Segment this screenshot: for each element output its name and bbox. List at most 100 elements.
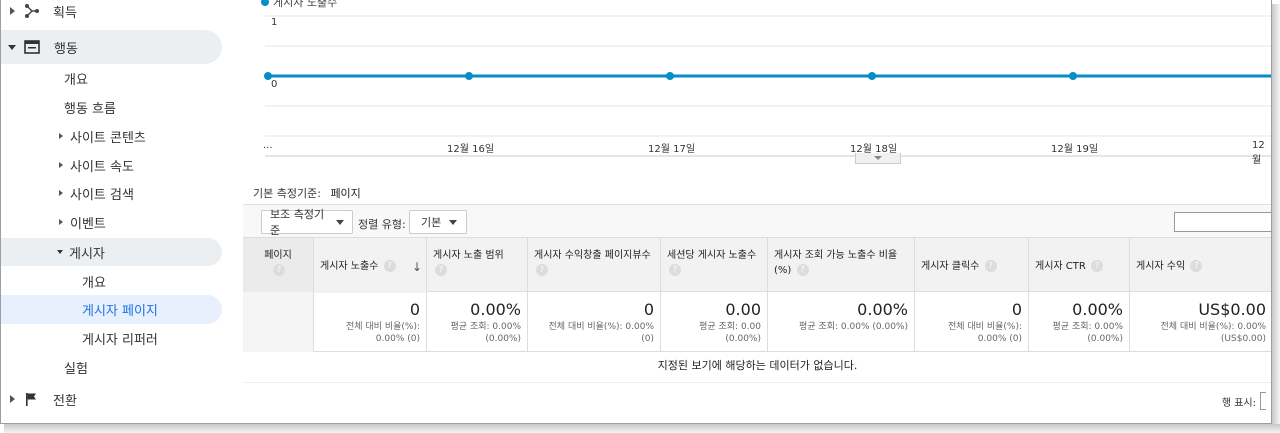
table-search-input[interactable] bbox=[1174, 212, 1272, 232]
sidebar-item-publisher-pages[interactable]: 게시자 페이지 bbox=[1, 295, 222, 324]
x-tick-label: 12월 bbox=[1252, 140, 1265, 166]
sidebar-item-publisher-overview[interactable]: 개요 bbox=[1, 264, 106, 298]
sidebar-item-conversions[interactable]: 전환 bbox=[1, 382, 77, 416]
total-value: 0.00 bbox=[725, 300, 761, 319]
sidebar-item-label: 사이트 콘텐츠 bbox=[70, 130, 146, 146]
primary-dimension-page[interactable]: 페이지 bbox=[330, 187, 360, 200]
total-value: 0 bbox=[409, 300, 420, 319]
help-icon[interactable]: ? bbox=[984, 260, 997, 272]
totals-clicks-cell: 0 전체 대비 비율(%): 0.00% (0) bbox=[915, 292, 1029, 352]
totals-row: 0 전체 대비 비율(%): 0.00% (0) 0.00% 평균 조회: 0.… bbox=[243, 292, 1272, 352]
table-footer: 행 표시: bbox=[1222, 392, 1266, 410]
header-label: 게시자 수익 bbox=[1136, 261, 1186, 272]
data-point[interactable] bbox=[868, 72, 876, 80]
header-label: 게시자 클릭수 bbox=[921, 261, 980, 272]
data-point[interactable] bbox=[1069, 72, 1077, 80]
help-icon[interactable]: ? bbox=[796, 264, 809, 276]
sidebar-item-label: 실험 bbox=[64, 361, 88, 377]
chart-plot-area bbox=[261, 0, 1272, 157]
sidebar-item-behavior[interactable]: 행동 bbox=[1, 30, 222, 64]
behavior-icon bbox=[24, 40, 40, 54]
sidebar-item-label: 사이트 검색 bbox=[70, 187, 134, 203]
sidebar-item-label: 게시자 리퍼러 bbox=[82, 332, 158, 348]
total-value: 0 bbox=[1011, 300, 1022, 319]
total-value: 0.00% bbox=[470, 300, 521, 319]
legend-label: 게시자 노출수 bbox=[273, 0, 338, 9]
x-tick-label: ... bbox=[263, 140, 273, 151]
expand-arrow-icon[interactable] bbox=[10, 395, 15, 403]
dropdown-label: 기본 bbox=[421, 216, 442, 229]
help-icon[interactable]: ? bbox=[1091, 260, 1104, 272]
total-subtext: 전체 대비 비율(%): 0.00% (0) bbox=[345, 322, 420, 344]
header-label: 게시자 수익창출 페이지뷰수 bbox=[534, 250, 651, 261]
total-value: 0.00% bbox=[857, 300, 908, 319]
column-header-ctr[interactable]: 게시자 CTR ? bbox=[1029, 238, 1130, 293]
help-icon[interactable]: ? bbox=[383, 260, 396, 272]
line-chart: 게시자 노출수 1 0 ... 12월 16일 12월 17일 12월 18일 … bbox=[243, 0, 1272, 166]
help-icon[interactable]: ? bbox=[669, 264, 681, 276]
empty-table-message: 지정된 보기에 해당하는 데이터가 없습니다. bbox=[243, 353, 1272, 383]
help-icon[interactable]: ? bbox=[435, 264, 447, 276]
help-icon[interactable]: ? bbox=[1190, 260, 1203, 272]
x-tick-label: 12월 16일 bbox=[447, 144, 495, 155]
sidebar-item-events[interactable]: 이벤트 bbox=[1, 205, 106, 239]
total-subtext: 전체 대비 비율(%): 0.00% (0) bbox=[548, 322, 654, 344]
column-header-coverage[interactable]: 게시자 노출 범위 ? bbox=[427, 238, 528, 293]
expand-arrow-icon[interactable] bbox=[10, 7, 15, 15]
collapse-arrow-icon[interactable] bbox=[8, 44, 16, 50]
sidebar-item-publisher[interactable]: 게시자 bbox=[1, 238, 222, 266]
header-label: 페이지 bbox=[264, 250, 292, 261]
acquisition-icon bbox=[25, 4, 39, 18]
totals-monetized-pageviews-cell: 0 전체 대비 비율(%): 0.00% (0) bbox=[528, 292, 661, 352]
sort-type-dropdown[interactable]: 기본 bbox=[409, 210, 467, 234]
sidebar-item-label: 게시자 페이지 bbox=[82, 304, 158, 319]
sidebar-item-experiments[interactable]: 실험 bbox=[1, 350, 88, 384]
column-header-monetized-pageviews[interactable]: 게시자 수익창출 페이지뷰수 ? bbox=[528, 238, 661, 293]
sort-type-label: 정렬 유형: bbox=[358, 218, 406, 231]
expand-arrow-icon[interactable] bbox=[59, 133, 63, 139]
y-tick-label: 0 bbox=[271, 79, 278, 90]
total-subtext: 전체 대비 비율(%): 0.00% (0) bbox=[947, 322, 1022, 344]
data-point[interactable] bbox=[465, 72, 473, 80]
secondary-dimension-dropdown[interactable]: 보조 측정기준 bbox=[261, 208, 353, 237]
totals-impressions-per-session-cell: 0.00 평균 조회: 0.00 (0.00%) bbox=[661, 292, 768, 352]
totals-coverage-cell: 0.00% 평균 조회: 0.00% (0.00%) bbox=[427, 292, 528, 352]
chevron-down-icon bbox=[336, 219, 344, 225]
sidebar-item-label: 개요 bbox=[64, 72, 88, 88]
total-subtext: 평균 조회: 0.00% (0.00%) bbox=[450, 322, 521, 344]
sidebar-item-acquisition[interactable]: 획득 bbox=[1, 0, 243, 28]
help-icon[interactable]: ? bbox=[536, 264, 548, 276]
column-header-viewable-rate[interactable]: 게시자 조회 가능 노출수 비율(%) ? bbox=[768, 238, 915, 293]
rows-per-page-select[interactable] bbox=[1260, 392, 1266, 410]
column-header-clicks[interactable]: 게시자 클릭수 ? bbox=[915, 238, 1029, 293]
total-subtext: 평균 조회: 0.00% (0.00%) bbox=[799, 322, 908, 332]
totals-viewable-rate-cell: 0.00% 평균 조회: 0.00% (0.00%) bbox=[768, 292, 915, 352]
header-label: 게시자 노출수 bbox=[320, 261, 379, 272]
totals-ctr-cell: 0.00% 평균 조회: 0.00% (0.00%) bbox=[1029, 292, 1130, 352]
help-icon[interactable]: ? bbox=[273, 264, 285, 276]
total-value: US$0.00 bbox=[1198, 300, 1266, 319]
column-header-impressions[interactable]: 게시자 노출수 ? ↓ bbox=[314, 238, 427, 293]
chevron-down-icon bbox=[449, 219, 458, 225]
expand-arrow-icon[interactable] bbox=[59, 190, 63, 196]
totals-page-cell bbox=[243, 292, 314, 352]
total-value: 0 bbox=[643, 300, 654, 319]
collapse-arrow-icon[interactable] bbox=[57, 250, 63, 254]
sidebar-item-label: 행동 bbox=[54, 41, 78, 57]
expand-arrow-icon[interactable] bbox=[59, 219, 63, 225]
expand-arrow-icon[interactable] bbox=[59, 162, 63, 168]
sidebar-item-label: 획득 bbox=[53, 5, 77, 21]
column-header-impressions-per-session[interactable]: 세션당 게시자 노출수 ? bbox=[661, 238, 768, 293]
analytics-window: 획득 행동 개요 행동 흐름 사이트 콘텐츠 사이트 속도 사이트 검색 이벤트… bbox=[0, 0, 1280, 433]
header-label: 게시자 조회 가능 노출수 비율(%) bbox=[774, 250, 898, 276]
header-label: 세션당 게시자 노출수 bbox=[667, 250, 757, 261]
sidebar-item-label: 사이트 속도 bbox=[70, 159, 134, 175]
total-subtext: 평균 조회: 0.00 (0.00%) bbox=[699, 322, 761, 344]
total-value: 0.00% bbox=[1072, 300, 1123, 319]
chart-collapse-toggle[interactable] bbox=[855, 153, 901, 164]
sort-descending-icon[interactable]: ↓ bbox=[412, 260, 422, 275]
column-header-revenue[interactable]: 게시자 수익 ? bbox=[1130, 238, 1272, 293]
sidebar-nav: 획득 행동 개요 행동 흐름 사이트 콘텐츠 사이트 속도 사이트 검색 이벤트… bbox=[1, 0, 243, 423]
data-point[interactable] bbox=[666, 72, 674, 80]
column-header-page[interactable]: 페이지 ? bbox=[243, 238, 314, 293]
